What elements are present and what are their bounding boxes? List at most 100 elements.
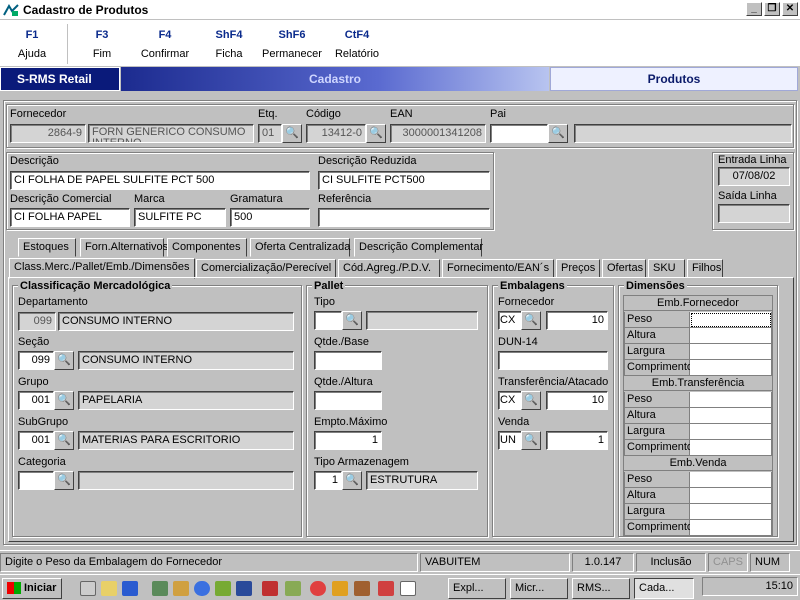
restore-button[interactable]: ❐ (764, 2, 780, 16)
grupo-code-field[interactable]: 001 (18, 391, 54, 410)
categoria-lookup-button[interactable]: 🔍 (54, 471, 74, 490)
emb-venda-unit-field[interactable]: UN (498, 431, 522, 450)
quick-launch-icon[interactable] (215, 581, 231, 596)
tab-fornecimento-ean-s[interactable]: Fornecimento/EAN´s (442, 259, 554, 278)
dimensoes-value-field[interactable] (690, 392, 772, 408)
descricao-reduzida-field[interactable]: CI SULFITE PCT500 (318, 171, 490, 190)
tab-oferta-centralizada[interactable]: Oferta Centralizada (250, 238, 350, 257)
dimensoes-value-field[interactable] (690, 312, 772, 328)
dimensoes-value-field[interactable] (690, 440, 772, 456)
emb-fornecedor-qty-field[interactable]: 10 (546, 311, 608, 330)
tab-pre-os[interactable]: Preços (556, 259, 600, 278)
quick-launch-icon[interactable] (101, 581, 117, 596)
emb-venda-lookup-button[interactable]: 🔍 (521, 431, 541, 450)
etq-field[interactable]: 01 (258, 124, 282, 143)
classificacao-title: Classificação Mercadológica (18, 280, 173, 292)
etq-lookup-button[interactable]: 🔍 (282, 124, 302, 143)
emb-fornecedor-unit-field[interactable]: CX (498, 311, 522, 330)
tab-filhos[interactable]: Filhos (687, 259, 723, 278)
quick-launch-icon[interactable] (400, 581, 416, 596)
taskbar-item[interactable]: Micr... (510, 578, 568, 599)
descricao-comercial-field[interactable]: CI FOLHA PAPEL (10, 208, 130, 227)
departamento-label: Departamento (18, 296, 88, 308)
tab-descri-o-complementar[interactable]: Descrição Complementar (354, 238, 483, 257)
descricao-field[interactable]: CI FOLHA DE PAPEL SULFITE PCT 500 (10, 171, 310, 190)
quick-launch-icon[interactable] (262, 581, 278, 596)
fkey-f4-button[interactable]: F4 Confirmar (130, 20, 200, 60)
quick-launch-icon[interactable] (152, 581, 168, 596)
grupo-lookup-button[interactable]: 🔍 (54, 391, 74, 410)
ean-label: EAN (390, 108, 413, 120)
quick-launch-icon[interactable] (378, 581, 394, 596)
dimensoes-row-label: Comprimento (624, 360, 693, 376)
fkey-shf4-button[interactable]: ShF4 Ficha (194, 20, 264, 60)
quick-launch-icon[interactable] (332, 581, 348, 596)
codigo-field[interactable]: 13412-0 (306, 124, 366, 143)
emb-venda-qty-field[interactable]: 1 (546, 431, 608, 450)
pallet-tipo-lookup-button[interactable]: 🔍 (342, 311, 362, 330)
dimensoes-value-field[interactable] (690, 360, 772, 376)
secao-lookup-button[interactable]: 🔍 (54, 351, 74, 370)
ean-field[interactable]: 3000001341208 (390, 124, 486, 143)
codigo-lookup-button[interactable]: 🔍 (366, 124, 386, 143)
quick-launch-icon[interactable] (122, 581, 138, 596)
dimensoes-value-field[interactable] (690, 504, 772, 520)
emb-transferencia-qty-field[interactable]: 10 (546, 391, 608, 410)
dimensoes-value-field[interactable] (690, 424, 772, 440)
dimensoes-value-field[interactable] (690, 344, 772, 360)
fkey-label: Ajuda (17, 48, 47, 60)
pai-lookup-button[interactable]: 🔍 (548, 124, 568, 143)
tab-componentes[interactable]: Componentes (167, 238, 247, 257)
qtde-base-field[interactable] (314, 351, 382, 370)
fkey-shf6-button[interactable]: ShF6 Permanecer (257, 20, 327, 60)
fkey-ctf4-button[interactable]: CtF4 Relatório (322, 20, 392, 60)
emb-fornecedor-lookup-button[interactable]: 🔍 (521, 311, 541, 330)
fkey-f3-button[interactable]: F3 Fim (67, 20, 137, 60)
title-bar: Cadastro de Produtos _ ❐ ✕ (0, 0, 800, 19)
dimensoes-row: Largura (624, 504, 772, 520)
referencia-field[interactable] (318, 208, 490, 227)
dun14-field[interactable] (498, 351, 608, 370)
fkey-f1-button[interactable]: F1 Ajuda (0, 20, 67, 60)
subgrupo-lookup-button[interactable]: 🔍 (54, 431, 74, 450)
dimensoes-value-field[interactable] (690, 488, 772, 504)
gramatura-field[interactable]: 500 (230, 208, 310, 227)
dimensoes-value-field[interactable] (690, 328, 772, 344)
pai-field[interactable] (490, 124, 548, 143)
secao-code-field[interactable]: 099 (18, 351, 54, 370)
quick-launch-icon[interactable] (354, 581, 370, 596)
taskbar-item[interactable]: RMS... (572, 578, 630, 599)
minimize-button[interactable]: _ (746, 2, 762, 16)
tab-c-d-agreg-p-d-v-[interactable]: Cód.Agreg./P.D.V. (338, 259, 440, 278)
marca-field[interactable]: SULFITE PC (134, 208, 226, 227)
taskbar-item[interactable]: Expl... (448, 578, 506, 599)
empto-maximo-field[interactable]: 1 (314, 431, 382, 450)
quick-launch-icon[interactable] (285, 581, 301, 596)
quick-launch-icon[interactable] (80, 581, 96, 596)
tab-comercializa-o-perec-vel[interactable]: Comercialização/Perecível (196, 259, 336, 278)
tab-class-merc-pallet-emb-dimens-es[interactable]: Class.Merc./Pallet/Emb./Dimensões (9, 258, 195, 279)
dimensoes-value-field[interactable] (690, 520, 772, 536)
start-button[interactable]: Iniciar (2, 578, 62, 599)
tab-sku[interactable]: SKU (648, 259, 685, 278)
quick-launch-icon[interactable] (173, 581, 189, 596)
tab-estoques[interactable]: Estoques (18, 238, 76, 257)
tipo-armazenagem-code-field[interactable]: 1 (314, 471, 342, 490)
dimensoes-value-field[interactable] (690, 472, 772, 488)
fornecedor-code-field[interactable]: 2864-9 (10, 124, 86, 143)
tab-forn-alternativos[interactable]: Forn.Alternativos (80, 238, 168, 257)
emb-transferencia-lookup-button[interactable]: 🔍 (521, 391, 541, 410)
qtde-altura-field[interactable] (314, 391, 382, 410)
quick-launch-icon[interactable] (194, 581, 210, 596)
close-button[interactable]: ✕ (782, 2, 798, 16)
taskbar-item[interactable]: Cada... (634, 578, 694, 599)
quick-launch-icon[interactable] (310, 581, 326, 596)
dimensoes-value-field[interactable] (690, 408, 772, 424)
categoria-code-field[interactable] (18, 471, 54, 490)
quick-launch-icon[interactable] (236, 581, 252, 596)
tab-ofertas[interactable]: Ofertas (602, 259, 646, 278)
tipo-armazenagem-lookup-button[interactable]: 🔍 (342, 471, 362, 490)
pallet-tipo-code-field[interactable] (314, 311, 342, 330)
subgrupo-code-field[interactable]: 001 (18, 431, 54, 450)
emb-transferencia-unit-field[interactable]: CX (498, 391, 522, 410)
